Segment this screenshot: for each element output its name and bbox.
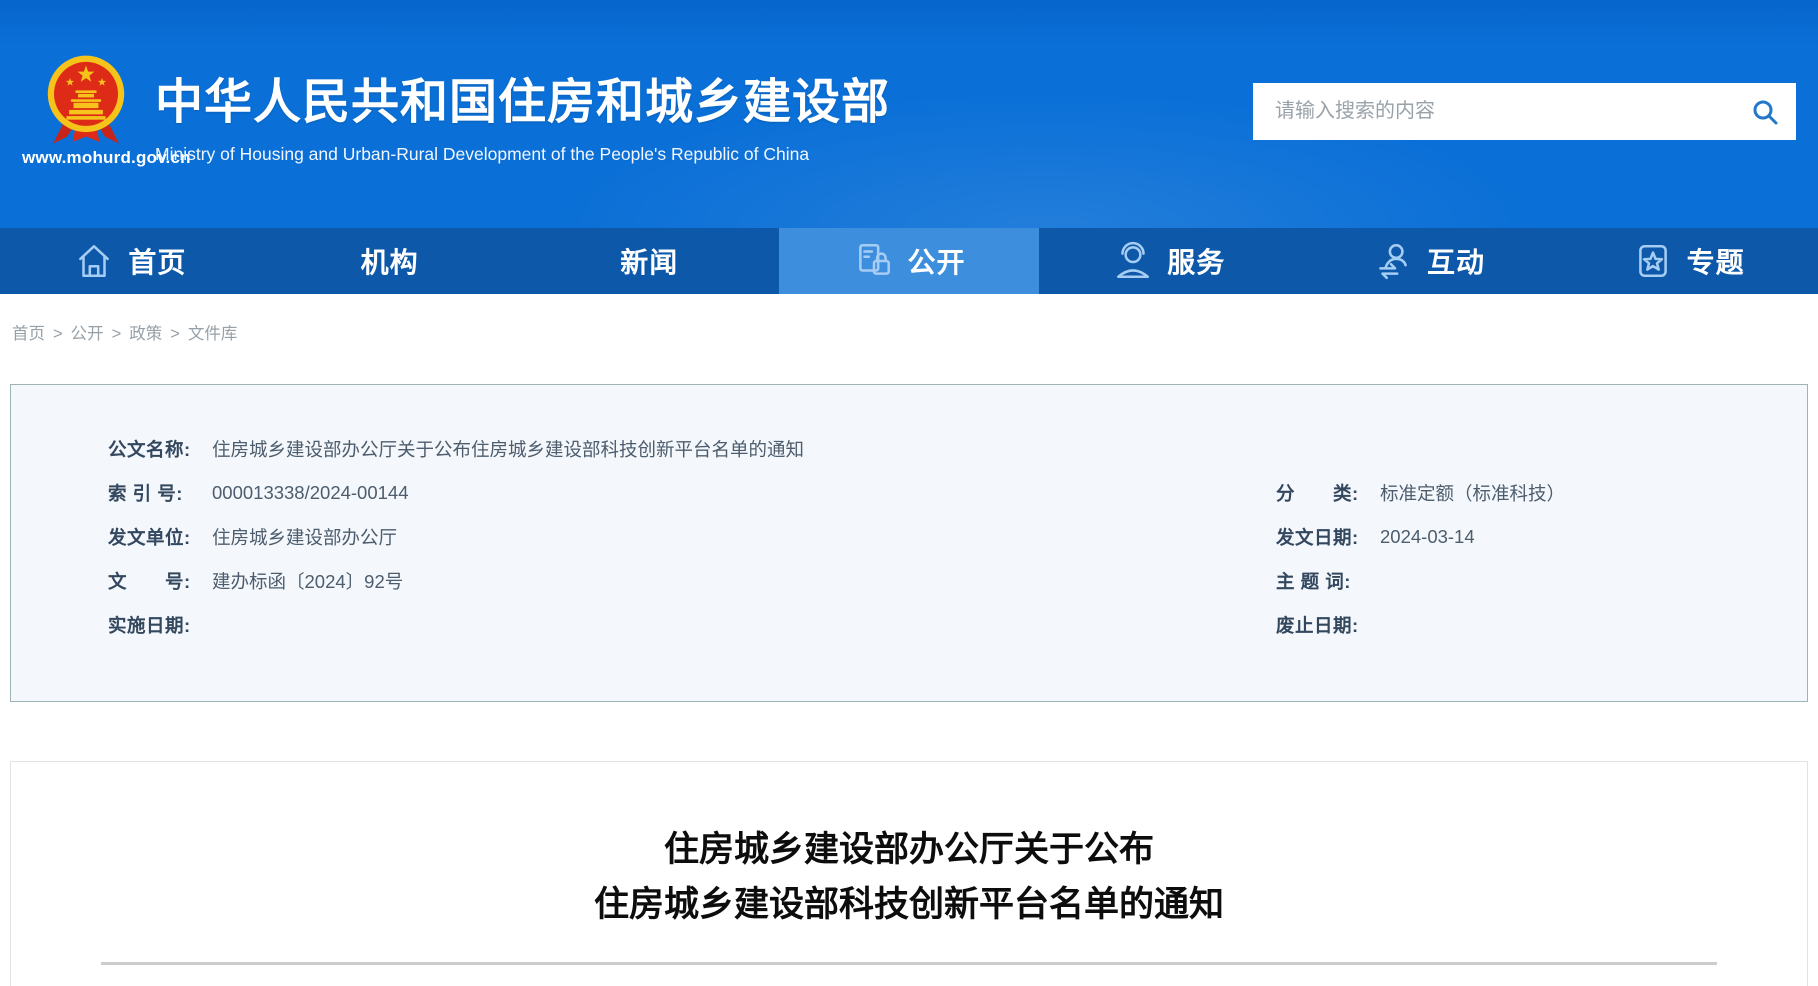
nav-item-topics[interactable]: 专题 bbox=[1558, 228, 1818, 294]
meta-row-subject-words: 主 题 词: bbox=[1276, 559, 1807, 603]
meta-value: 标准定额（标准科技） bbox=[1380, 483, 1566, 504]
nav-label: 首页 bbox=[128, 247, 187, 278]
meta-row-implementation-date: 实施日期: bbox=[108, 603, 1276, 647]
meta-label: 发文单位: bbox=[108, 527, 191, 548]
breadcrumb: 首页 > 公开 > 政策 > 文件库 bbox=[0, 294, 1818, 344]
meta-row-index-number: 索 引 号: 000013338/2024-00144 bbox=[108, 471, 1276, 515]
meta-label: 废止日期: bbox=[1276, 615, 1359, 636]
breadcrumb-separator: > bbox=[170, 325, 180, 343]
document-meta-box: 公文名称: 住房城乡建设部办公厅关于公布住房城乡建设部科技创新平台名单的通知 索… bbox=[10, 384, 1808, 702]
meta-column-right: 分 类: 标准定额（标准科技） 发文日期: 2024-03-14 主 题 词: … bbox=[1276, 427, 1807, 701]
meta-row-repeal-date: 废止日期: bbox=[1276, 603, 1807, 647]
meta-row-doc-name: 公文名称: 住房城乡建设部办公厅关于公布住房城乡建设部科技创新平台名单的通知 bbox=[108, 427, 1276, 471]
site-subtitle: Ministry of Housing and Urban-Rural Deve… bbox=[155, 144, 810, 164]
meta-row-doc-number: 文 号: 建办标函〔2024〕92号 bbox=[108, 559, 1276, 603]
breadcrumb-item-policy[interactable]: 政策 bbox=[129, 325, 162, 343]
service-person-icon bbox=[1117, 241, 1150, 279]
nav-label: 服务 bbox=[1167, 247, 1226, 278]
star-box-icon bbox=[1638, 245, 1667, 277]
search-box bbox=[1253, 83, 1796, 140]
meta-row-spacer bbox=[1276, 427, 1807, 471]
home-icon bbox=[79, 245, 110, 277]
breadcrumb-separator: > bbox=[53, 325, 63, 343]
nav-label: 公开 bbox=[907, 247, 966, 278]
nav-item-interaction[interactable]: 互动 bbox=[1299, 228, 1559, 294]
site-brand: 中华人民共和国住房和城乡建设部 Ministry of Housing and … bbox=[155, 62, 890, 165]
breadcrumb-item-disclosure[interactable]: 公开 bbox=[71, 325, 104, 343]
breadcrumb-item-home[interactable]: 首页 bbox=[12, 325, 45, 343]
meta-column-left: 公文名称: 住房城乡建设部办公厅关于公布住房城乡建设部科技创新平台名单的通知 索… bbox=[11, 427, 1276, 701]
meta-label: 公文名称: bbox=[108, 439, 191, 460]
meta-label: 实施日期: bbox=[108, 615, 191, 636]
nav-label: 新闻 bbox=[620, 247, 679, 278]
meta-row-issuing-unit: 发文单位: 住房城乡建设部办公厅 bbox=[108, 515, 1276, 559]
main-nav: 首页 机构 新闻 公开 服务 互动 专题 bbox=[0, 228, 1818, 294]
documents-lock-icon bbox=[858, 243, 890, 275]
breadcrumb-separator: > bbox=[111, 325, 122, 343]
meta-label: 发文日期: bbox=[1276, 527, 1359, 548]
nav-item-disclosure[interactable]: 公开 bbox=[779, 228, 1039, 294]
interaction-person-icon bbox=[1379, 243, 1407, 280]
meta-value: 2024-03-14 bbox=[1380, 526, 1475, 547]
nav-item-home[interactable]: 首页 bbox=[0, 228, 260, 294]
title-divider bbox=[101, 962, 1717, 965]
meta-value: 住房城乡建设部办公厅 bbox=[212, 527, 398, 548]
nav-label: 机构 bbox=[360, 247, 419, 278]
meta-value: 住房城乡建设部办公厅关于公布住房城乡建设部科技创新平台名单的通知 bbox=[212, 439, 805, 460]
meta-row-category: 分 类: 标准定额（标准科技） bbox=[1276, 471, 1807, 515]
nav-item-news[interactable]: 新闻 bbox=[519, 228, 779, 294]
nav-item-services[interactable]: 服务 bbox=[1039, 228, 1299, 294]
article-box: 住房城乡建设部办公厅关于公布 住房城乡建设部科技创新平台名单的通知 bbox=[10, 761, 1808, 986]
breadcrumb-item-library[interactable]: 文件库 bbox=[188, 325, 238, 343]
meta-row-issue-date: 发文日期: 2024-03-14 bbox=[1276, 515, 1807, 559]
meta-label: 分 类: bbox=[1276, 483, 1359, 504]
nav-label: 互动 bbox=[1426, 247, 1485, 278]
national-emblem-icon bbox=[47, 55, 125, 144]
site-title: 中华人民共和国住房和城乡建设部 bbox=[155, 76, 891, 129]
article-title: 住房城乡建设部办公厅关于公布 住房城乡建设部科技创新平台名单的通知 bbox=[11, 822, 1807, 932]
article-title-line1: 住房城乡建设部办公厅关于公布 bbox=[663, 830, 1154, 869]
nav-label: 专题 bbox=[1686, 247, 1745, 278]
meta-value: 建办标函〔2024〕92号 bbox=[212, 571, 404, 592]
search-input[interactable] bbox=[1275, 100, 1748, 123]
search-button[interactable] bbox=[1748, 95, 1782, 129]
meta-value: 000013338/2024-00144 bbox=[212, 482, 409, 503]
site-header: www.mohurd.gov.cn 中华人民共和国住房和城乡建设部 Minist… bbox=[0, 0, 1818, 228]
search-icon bbox=[1753, 100, 1778, 124]
meta-label: 文 号: bbox=[108, 571, 191, 592]
meta-label: 索 引 号: bbox=[108, 483, 183, 504]
article-title-line2: 住房城乡建设部科技创新平台名单的通知 bbox=[593, 885, 1224, 924]
meta-label: 主 题 词: bbox=[1276, 571, 1351, 592]
nav-item-org[interactable]: 机构 bbox=[260, 228, 520, 294]
